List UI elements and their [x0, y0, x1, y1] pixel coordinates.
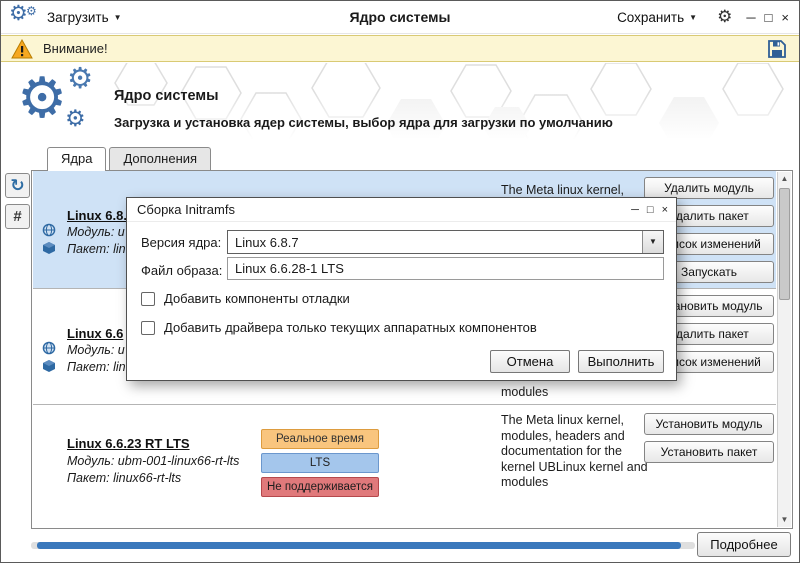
debug-components-label: Добавить компоненты отладки	[164, 291, 350, 306]
header-fade	[1, 63, 799, 146]
save-menu-button[interactable]: Сохранить ▼	[611, 6, 703, 29]
kernel-module: Модуль: u	[67, 343, 125, 357]
badge-list: Реальное время LTS Не поддерживается	[261, 429, 379, 497]
details-button[interactable]: Подробнее	[697, 532, 791, 557]
progress-bar	[31, 542, 695, 549]
module-icon	[42, 223, 56, 242]
minimize-button[interactable]: ─	[746, 10, 755, 25]
run-button[interactable]: Выполнить	[578, 350, 664, 373]
vertical-scrollbar[interactable]: ▲ ▼	[777, 172, 791, 527]
debug-components-option[interactable]: Добавить компоненты отладки	[141, 291, 350, 306]
maximize-button[interactable]: □	[765, 10, 773, 25]
kernel-name-link[interactable]: Linux 6.8.7	[67, 208, 134, 223]
dialog-close-button[interactable]: ×	[662, 204, 668, 216]
save-file-icon[interactable]	[767, 39, 787, 59]
kernel-name-link[interactable]: Linux 6.6.23 RT LTS	[67, 436, 190, 451]
chevron-down-icon[interactable]: ▼	[642, 231, 663, 253]
scroll-down-icon[interactable]: ▼	[778, 513, 791, 527]
dialog-title: Сборка Initramfs	[137, 202, 235, 217]
current-hardware-drivers-option[interactable]: Добавить драйвера только текущих аппарат…	[141, 320, 537, 335]
kernel-module: Модуль: ubm-001-linux66-rt-lts	[67, 454, 239, 468]
window-title: Ядро системы	[350, 9, 451, 25]
warning-text: Внимание!	[43, 41, 108, 56]
module-icon	[42, 341, 56, 360]
kernel-row[interactable]: The Meta linux kernel, modules, headers …	[33, 404, 776, 526]
kernel-version-select[interactable]: Linux 6.8.7 ▼	[227, 230, 664, 254]
current-hardware-drivers-label: Добавить драйвера только текущих аппарат…	[164, 320, 537, 335]
gear-icon: ⚙	[9, 1, 28, 26]
kernel-description: The Meta linux kernel, modules, headers …	[501, 413, 655, 491]
delete-module-button[interactable]: Удалить модуль	[644, 177, 774, 199]
kernel-version-label: Версия ядра:	[141, 235, 221, 250]
warning-icon	[11, 39, 33, 59]
lts-badge: LTS	[261, 453, 379, 473]
tab-bar: Ядра Дополнения	[47, 147, 211, 171]
package-icon	[42, 241, 56, 260]
gear-icon: ⚙	[17, 65, 67, 131]
package-icon	[42, 359, 56, 378]
chevron-down-icon: ▼	[689, 13, 697, 22]
current-hardware-drivers-checkbox[interactable]	[141, 321, 155, 335]
app-window: ⚙ ⚙ Загрузить ▼ Ядро системы Сохранить ▼…	[0, 0, 800, 563]
unsupported-badge: Не поддерживается	[261, 477, 379, 497]
cancel-button[interactable]: Отмена	[490, 350, 570, 373]
initramfs-dialog: Сборка Initramfs ─ □ × Версия ядра: Linu…	[126, 197, 677, 381]
chevron-down-icon: ▼	[114, 13, 122, 22]
kernel-package: Пакет: lin	[67, 360, 126, 374]
kernel-package: Пакет: lin	[67, 242, 126, 256]
tab-kernels[interactable]: Ядра	[47, 147, 106, 171]
load-menu-button[interactable]: Загрузить ▼	[41, 6, 128, 29]
kernel-name-link[interactable]: Linux 6.6	[67, 326, 123, 341]
kernel-gears-icon: ⚙ ⚙ ⚙	[15, 65, 107, 145]
debug-components-checkbox[interactable]	[141, 292, 155, 306]
kernel-version-value: Linux 6.8.7	[235, 235, 299, 250]
warning-bar: Внимание!	[1, 35, 799, 62]
dialog-titlebar[interactable]: Сборка Initramfs ─ □ ×	[127, 198, 676, 222]
realtime-badge: Реальное время	[261, 429, 379, 449]
settings-gear-icon[interactable]: ⚙	[717, 7, 732, 27]
titlebar: ⚙ ⚙ Загрузить ▼ Ядро системы Сохранить ▼…	[1, 1, 799, 34]
image-file-label: Файл образа:	[141, 263, 222, 278]
close-button[interactable]: ×	[781, 10, 789, 25]
progress-fill	[37, 542, 681, 549]
hash-button[interactable]: #	[5, 204, 30, 229]
gear-icon: ⚙	[65, 105, 86, 132]
dialog-minimize-button[interactable]: ─	[631, 204, 639, 216]
page-header: ⚙ ⚙ ⚙ Ядро системы Загрузка и установка …	[1, 63, 799, 146]
install-package-button[interactable]: Установить пакет	[644, 441, 774, 463]
refresh-button[interactable]: ↻	[5, 173, 30, 198]
image-file-value: Linux 6.6.28-1 LTS	[235, 261, 344, 276]
load-menu-label: Загрузить	[47, 10, 109, 25]
kernel-package: Пакет: linux66-rt-lts	[67, 471, 181, 485]
hash-icon: #	[13, 208, 21, 225]
tab-addons[interactable]: Дополнения	[109, 147, 211, 170]
page-title: Ядро системы	[114, 88, 219, 104]
save-menu-label: Сохранить	[617, 10, 684, 25]
kernel-module: Модуль: u	[67, 225, 125, 239]
page-subtitle: Загрузка и установка ядер системы, выбор…	[114, 115, 613, 130]
scroll-up-icon[interactable]: ▲	[778, 172, 791, 186]
gear-icon: ⚙	[26, 4, 37, 18]
scrollbar-thumb[interactable]	[779, 188, 790, 300]
app-logo-gears-icon: ⚙ ⚙	[7, 3, 41, 31]
image-file-input[interactable]: Linux 6.6.28-1 LTS	[227, 257, 664, 280]
gear-icon: ⚙	[67, 63, 93, 96]
refresh-icon: ↻	[10, 176, 24, 196]
dialog-maximize-button[interactable]: □	[647, 204, 654, 216]
install-module-button[interactable]: Установить модуль	[644, 413, 774, 435]
